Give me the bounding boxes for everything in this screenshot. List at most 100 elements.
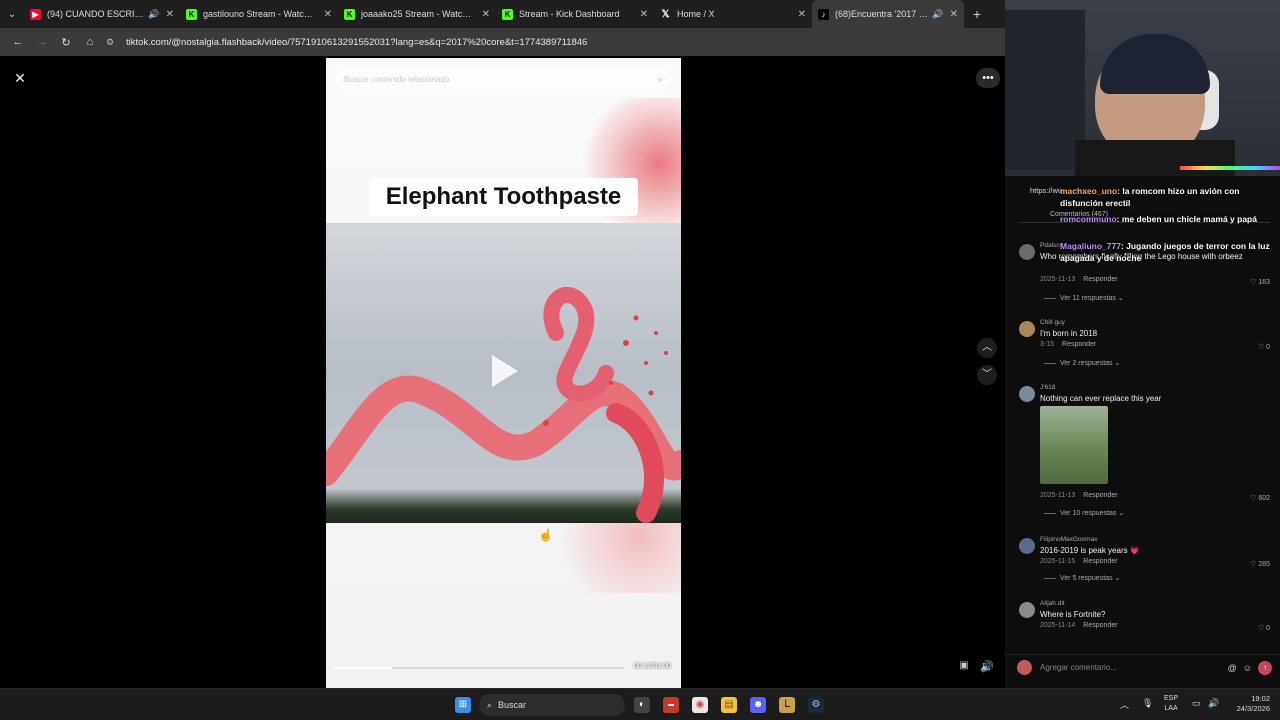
tab-kick-joaaako25[interactable]: K joaaako25 Stream - Watch Live ✕ <box>338 0 496 28</box>
tab-kick-dashboard[interactable]: K Stream - Kick Dashboard ✕ <box>496 0 654 28</box>
like-count[interactable]: ♡ 602 <box>1250 494 1270 502</box>
like-count[interactable]: ♡ 0 <box>1258 343 1270 351</box>
avatar[interactable] <box>1019 244 1035 260</box>
more-options-icon[interactable]: ••• <box>976 68 1000 88</box>
view-replies-button[interactable]: Ver 5 respuestas ⌄ <box>1044 574 1120 582</box>
avatar[interactable] <box>1019 602 1035 618</box>
search-icon[interactable]: ⌕ <box>658 74 663 85</box>
avatar[interactable] <box>1019 538 1035 554</box>
language-code: ESP <box>1164 695 1179 702</box>
like-count-value: 602 <box>1258 495 1270 502</box>
copy-link-text[interactable]: https://ww <box>1030 186 1063 195</box>
search-icon: ⌕ <box>487 699 493 710</box>
game-launcher-icon[interactable]: ᒪ <box>779 697 795 713</box>
taskbar-search[interactable]: ⌕ Buscar <box>479 694 625 716</box>
tray-overflow-chevron-icon[interactable]: ︿ <box>1120 698 1129 711</box>
tab-youtube[interactable]: ▶ (94) CUANDO ESCRIBÍA AS 🔊 ✕ <box>24 0 180 28</box>
reply-button[interactable]: Responder <box>1083 492 1117 499</box>
view-replies-button[interactable]: Ver 11 respuestas ⌄ <box>1044 294 1124 302</box>
speaker-icon[interactable]: 🔊 <box>148 9 159 20</box>
video-progress-bar[interactable] <box>334 667 624 669</box>
close-tab-icon[interactable]: ✕ <box>482 9 490 20</box>
close-tab-icon[interactable]: ✕ <box>324 9 332 20</box>
replies-line <box>1044 577 1056 579</box>
discord-icon[interactable]: ☻ <box>750 697 766 713</box>
speaker-icon[interactable]: 🔊 <box>932 9 943 20</box>
emoji-icon[interactable]: ☺ <box>1243 663 1252 673</box>
screen: ⌄ ▶ (94) CUANDO ESCRIBÍA AS 🔊 ✕ K gastil… <box>0 0 1280 720</box>
back-arrow-icon[interactable]: ← <box>6 30 30 54</box>
file-explorer-icon[interactable]: ▤ <box>721 697 737 713</box>
comment-input[interactable]: Agregar comentario... <box>1040 663 1228 672</box>
home-icon[interactable]: ⌂ <box>78 30 102 54</box>
language-indicator[interactable]: ESP LAA <box>1164 694 1178 714</box>
widgets-icon[interactable]: ◐ <box>634 697 650 713</box>
close-tab-icon[interactable]: ✕ <box>166 9 174 20</box>
captions-icon[interactable]: ▣ <box>956 660 972 676</box>
mention-icon[interactable]: @ <box>1228 663 1237 673</box>
replies-line <box>1044 297 1056 299</box>
view-replies-button[interactable]: Ver 10 respuestas ⌄ <box>1044 509 1124 517</box>
tab-title: Home / X <box>677 9 715 19</box>
next-video-chevron-icon[interactable]: ﹀ <box>977 365 997 385</box>
like-count-value: 285 <box>1258 561 1270 568</box>
steam-icon[interactable]: ⚙ <box>808 697 824 713</box>
close-tab-icon[interactable]: ✕ <box>798 9 806 20</box>
close-icon[interactable]: ✕ <box>10 68 30 88</box>
comment-username[interactable]: Alijah.dit <box>1040 600 1065 607</box>
previous-video-chevron-icon[interactable]: ︿ <box>977 338 997 358</box>
browser-tab-strip: ⌄ ▶ (94) CUANDO ESCRIBÍA AS 🔊 ✕ K gastil… <box>0 0 1005 28</box>
comment-item: J'618 Nothing can ever replace this year… <box>1019 384 1274 524</box>
view-replies-label: Ver 2 respuestas <box>1060 360 1113 367</box>
comment-username[interactable]: J'618 <box>1040 384 1055 391</box>
reply-button[interactable]: Responder <box>1083 276 1117 283</box>
youtube-icon: ▶ <box>30 8 41 20</box>
comment-image[interactable] <box>1040 406 1108 484</box>
reply-button[interactable]: Responder <box>1083 558 1117 565</box>
reload-icon[interactable]: ↻ <box>54 30 78 54</box>
view-replies-label: Ver 5 respuestas <box>1060 575 1113 582</box>
related-search-bar[interactable]: Buscar contenido relacionado ⌕ <box>336 68 671 90</box>
network-icon[interactable]: ▭ <box>1192 698 1201 709</box>
chat-username: Magaliuno_777 <box>1060 241 1121 251</box>
comment-date: 2025-11-13 <box>1040 492 1076 499</box>
video-player[interactable]: Buscar contenido relacionado ⌕ Elephant … <box>326 58 681 688</box>
chrome-icon[interactable]: ◉ <box>692 697 708 713</box>
site-info-icon[interactable]: ⚙ <box>106 37 120 48</box>
like-count[interactable]: ♡ 163 <box>1250 278 1270 286</box>
tab-x-home[interactable]: 𝕏 Home / X ✕ <box>654 0 812 28</box>
avatar[interactable] <box>1019 386 1035 402</box>
like-count-value: 163 <box>1258 279 1270 286</box>
avatar[interactable] <box>1019 321 1035 337</box>
windows-start-icon[interactable]: ⊞ <box>455 697 471 713</box>
tab-kick-gastilouno[interactable]: K gastilouno Stream - Watch Live ✕ <box>180 0 338 28</box>
comment-username[interactable]: FilipinoMaxGoomax <box>1040 536 1097 543</box>
volume-icon[interactable]: 🔊 <box>979 660 995 676</box>
send-arrow-icon[interactable]: ↑ <box>1258 660 1272 675</box>
comment-username[interactable]: Chill guy <box>1040 319 1065 326</box>
tab-tiktok[interactable]: ♪ (68)Encuentra '2017 core' e 🔊 ✕ <box>812 0 964 28</box>
comment-date: 2025-11-14 <box>1040 622 1076 629</box>
forward-arrow-icon[interactable]: → <box>30 30 54 54</box>
reply-button[interactable]: Responder <box>1062 341 1096 348</box>
tab-search-chevron-icon[interactable]: ⌄ <box>0 0 24 28</box>
reply-button[interactable]: Responder <box>1083 622 1117 629</box>
play-icon[interactable] <box>492 355 518 387</box>
comment-date: 2025-11-15 <box>1040 558 1076 565</box>
comment-item: Chill guy I'm born in 2018 3-15 Responder… <box>1019 319 1274 369</box>
app-icon[interactable]: ▬ <box>663 697 679 713</box>
stream-chat-message: romcommuno: me deben un chicle mamá y pa… <box>1060 213 1275 225</box>
address-bar[interactable]: ⚙ tiktok.com/@nostalgia.flashback/video/… <box>106 31 1005 53</box>
like-count[interactable]: ♡ 285 <box>1250 560 1270 568</box>
close-tab-icon[interactable]: ✕ <box>640 9 648 20</box>
system-clock[interactable]: 19:02 24/3/2026 <box>1226 694 1270 714</box>
view-replies-button[interactable]: Ver 2 respuestas ⌄ <box>1044 359 1120 367</box>
stream-chat-message: machxeo_uno: la romcom hizo un avión con… <box>1060 185 1275 209</box>
new-tab-plus-icon[interactable]: + <box>964 6 990 22</box>
related-search-placeholder: Buscar contenido relacionado <box>344 74 450 84</box>
volume-icon[interactable]: 🔊 <box>1208 698 1219 709</box>
close-tab-icon[interactable]: ✕ <box>950 9 958 20</box>
microphone-icon[interactable]: 🎙 <box>1142 698 1153 709</box>
tab-title: gastilouno Stream - Watch Live <box>203 9 318 19</box>
like-count[interactable]: ♡ 0 <box>1258 624 1270 632</box>
